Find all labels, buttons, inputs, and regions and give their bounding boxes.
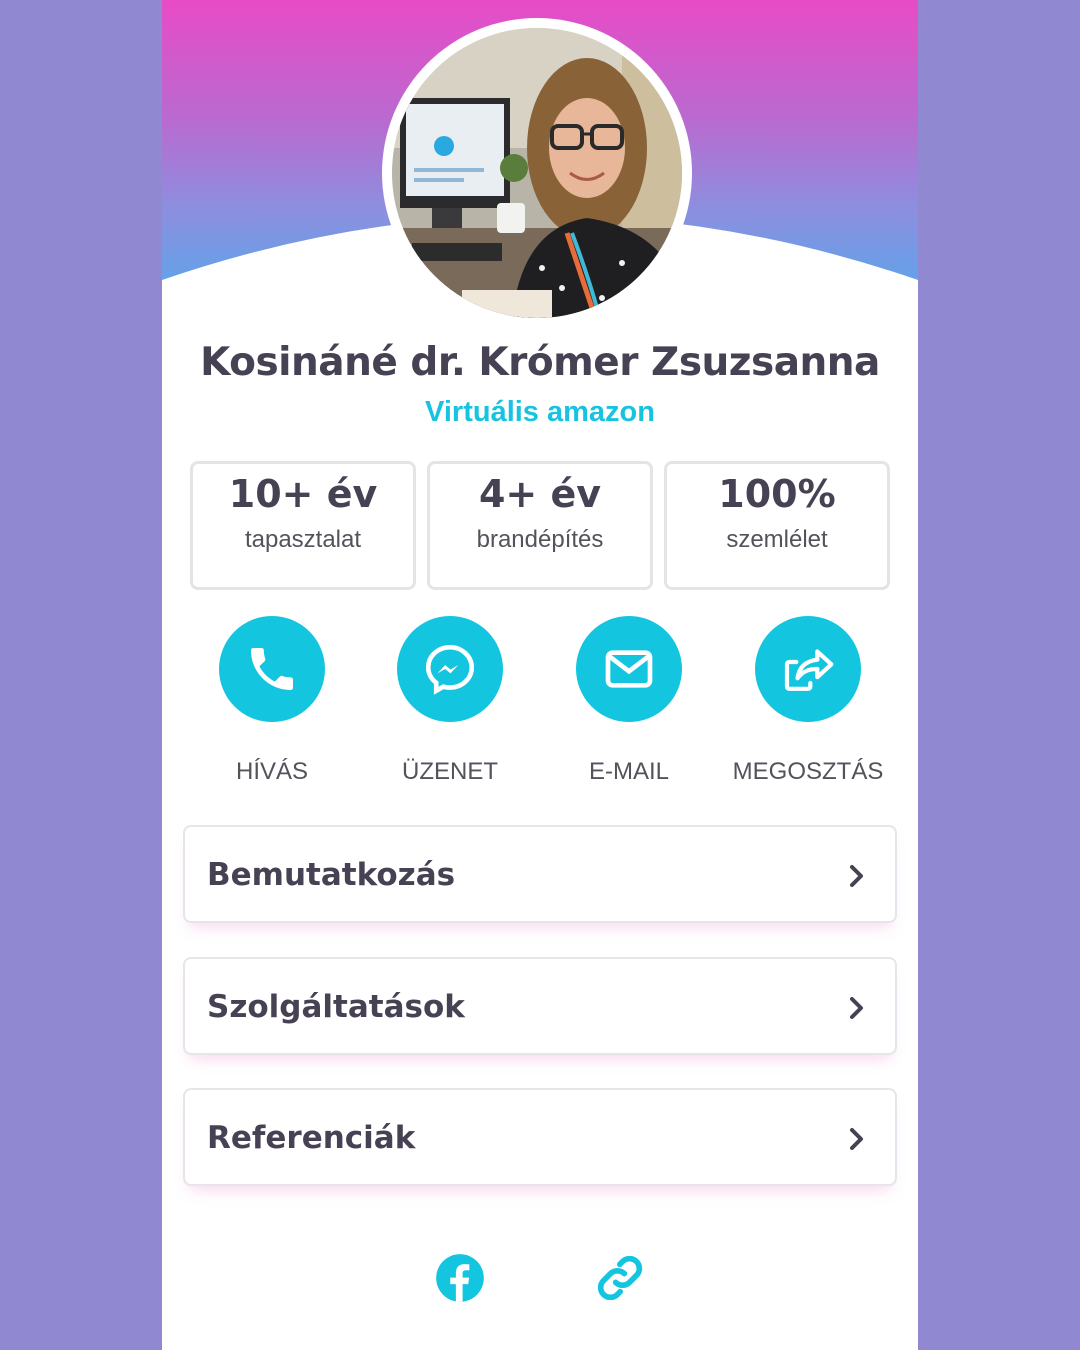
envelope-icon [605, 650, 653, 688]
message-action[interactable]: ÜZENET [370, 616, 530, 786]
menu-item-references[interactable]: Referenciák [183, 1088, 897, 1186]
menu-item-label: Bemutatkozás [207, 857, 456, 893]
stat-box-mindset: 100% szemlélet [664, 461, 890, 590]
phone-icon [251, 648, 293, 690]
stat-value: 100% [718, 472, 836, 516]
share-icon [784, 649, 834, 691]
stat-label: szemlélet [726, 526, 828, 553]
stat-value: 4+ év [478, 472, 602, 516]
profile-subtitle: Virtuális amazon [425, 396, 655, 428]
stat-label: tapasztalat [244, 526, 362, 553]
profile-name: Kosináné dr. Krómer Zsuzsanna [200, 340, 880, 385]
message-label: ÜZENET [402, 758, 498, 785]
stat-box-branding: 4+ év brandépítés [427, 461, 653, 590]
message-button[interactable] [397, 616, 503, 722]
stat-box-experience: 10+ év tapasztalat [190, 461, 416, 590]
chevron-right-icon [850, 1128, 863, 1150]
email-action[interactable]: E-MAIL [549, 616, 709, 786]
email-button[interactable] [576, 616, 682, 722]
chevron-right-icon [850, 997, 863, 1019]
avatar [392, 28, 682, 318]
menu-item-label: Referenciák [207, 1120, 416, 1156]
stat-value: 10+ év [228, 472, 378, 516]
share-label: MEGOSZTÁS [732, 758, 884, 785]
link-icon[interactable] [594, 1252, 646, 1304]
avatar-ring [382, 18, 692, 328]
stat-label: brandépítés [476, 526, 604, 553]
chevron-right-icon [850, 865, 863, 887]
call-action[interactable]: HÍVÁS [192, 616, 352, 786]
call-label: HÍVÁS [235, 758, 309, 785]
menu-item-introduction[interactable]: Bemutatkozás [183, 825, 897, 923]
menu-item-services[interactable]: Szolgáltatások [183, 957, 897, 1055]
call-button[interactable] [219, 616, 325, 722]
menu-item-label: Szolgáltatások [207, 989, 465, 1025]
profile-card: Kosináné dr. Krómer Zsuzsanna Virtuális … [162, 0, 918, 1350]
share-action[interactable]: MEGOSZTÁS [728, 616, 888, 786]
email-label: E-MAIL [588, 758, 669, 785]
facebook-icon[interactable] [434, 1252, 486, 1304]
share-button[interactable] [755, 616, 861, 722]
messenger-icon [425, 644, 475, 695]
